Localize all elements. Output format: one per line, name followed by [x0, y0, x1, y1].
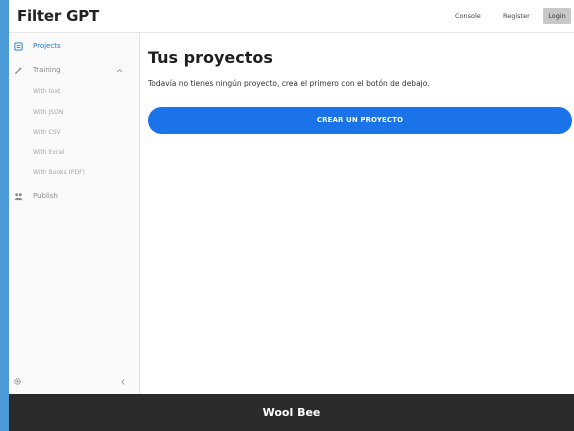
sidebar-item-training[interactable]: Training — [9, 63, 139, 79]
training-subitem-excel[interactable]: With Excel — [33, 149, 64, 156]
main-content: Tus proyectos Todavía no tienes ningún p… — [140, 33, 574, 394]
app-title: Filter GPT — [17, 7, 100, 25]
publish-icon — [14, 193, 23, 201]
training-subitem-books-pdf[interactable]: With Books (PDF) — [33, 169, 85, 176]
training-icon — [14, 66, 23, 75]
sidebar-item-publish[interactable]: Publish — [9, 189, 139, 205]
training-subitem-json[interactable]: With JSON — [33, 109, 63, 116]
collapse-sidebar-icon[interactable] — [120, 378, 126, 386]
sidebar-item-label: Publish — [33, 192, 58, 200]
create-project-button[interactable]: CREAR UN PROYECTO — [148, 107, 572, 134]
training-subitem-csv[interactable]: With CSV — [33, 129, 61, 136]
projects-icon — [14, 42, 23, 51]
training-subitem-text[interactable]: With text — [33, 88, 60, 95]
footer-brand: Wool Bee — [262, 406, 321, 419]
page-title: Tus proyectos — [148, 48, 273, 67]
console-link[interactable]: Console — [455, 12, 481, 20]
chevron-up-icon[interactable] — [116, 67, 123, 74]
app-window: Filter GPT Console Register Login Projec… — [9, 0, 574, 431]
footer: Wool Bee — [9, 394, 574, 431]
sidebar-item-projects[interactable]: Projects — [9, 39, 139, 55]
login-button[interactable]: Login — [543, 8, 571, 24]
top-header: Filter GPT Console Register Login — [9, 0, 574, 33]
page-description: Todavía no tienes ningún proyecto, crea … — [148, 79, 430, 88]
sidebar: Projects Training With text With JSON Wi… — [9, 33, 140, 394]
register-link[interactable]: Register — [503, 12, 530, 20]
sidebar-item-label: Projects — [33, 42, 61, 50]
sidebar-item-label: Training — [33, 66, 61, 74]
settings-icon[interactable] — [13, 377, 22, 386]
